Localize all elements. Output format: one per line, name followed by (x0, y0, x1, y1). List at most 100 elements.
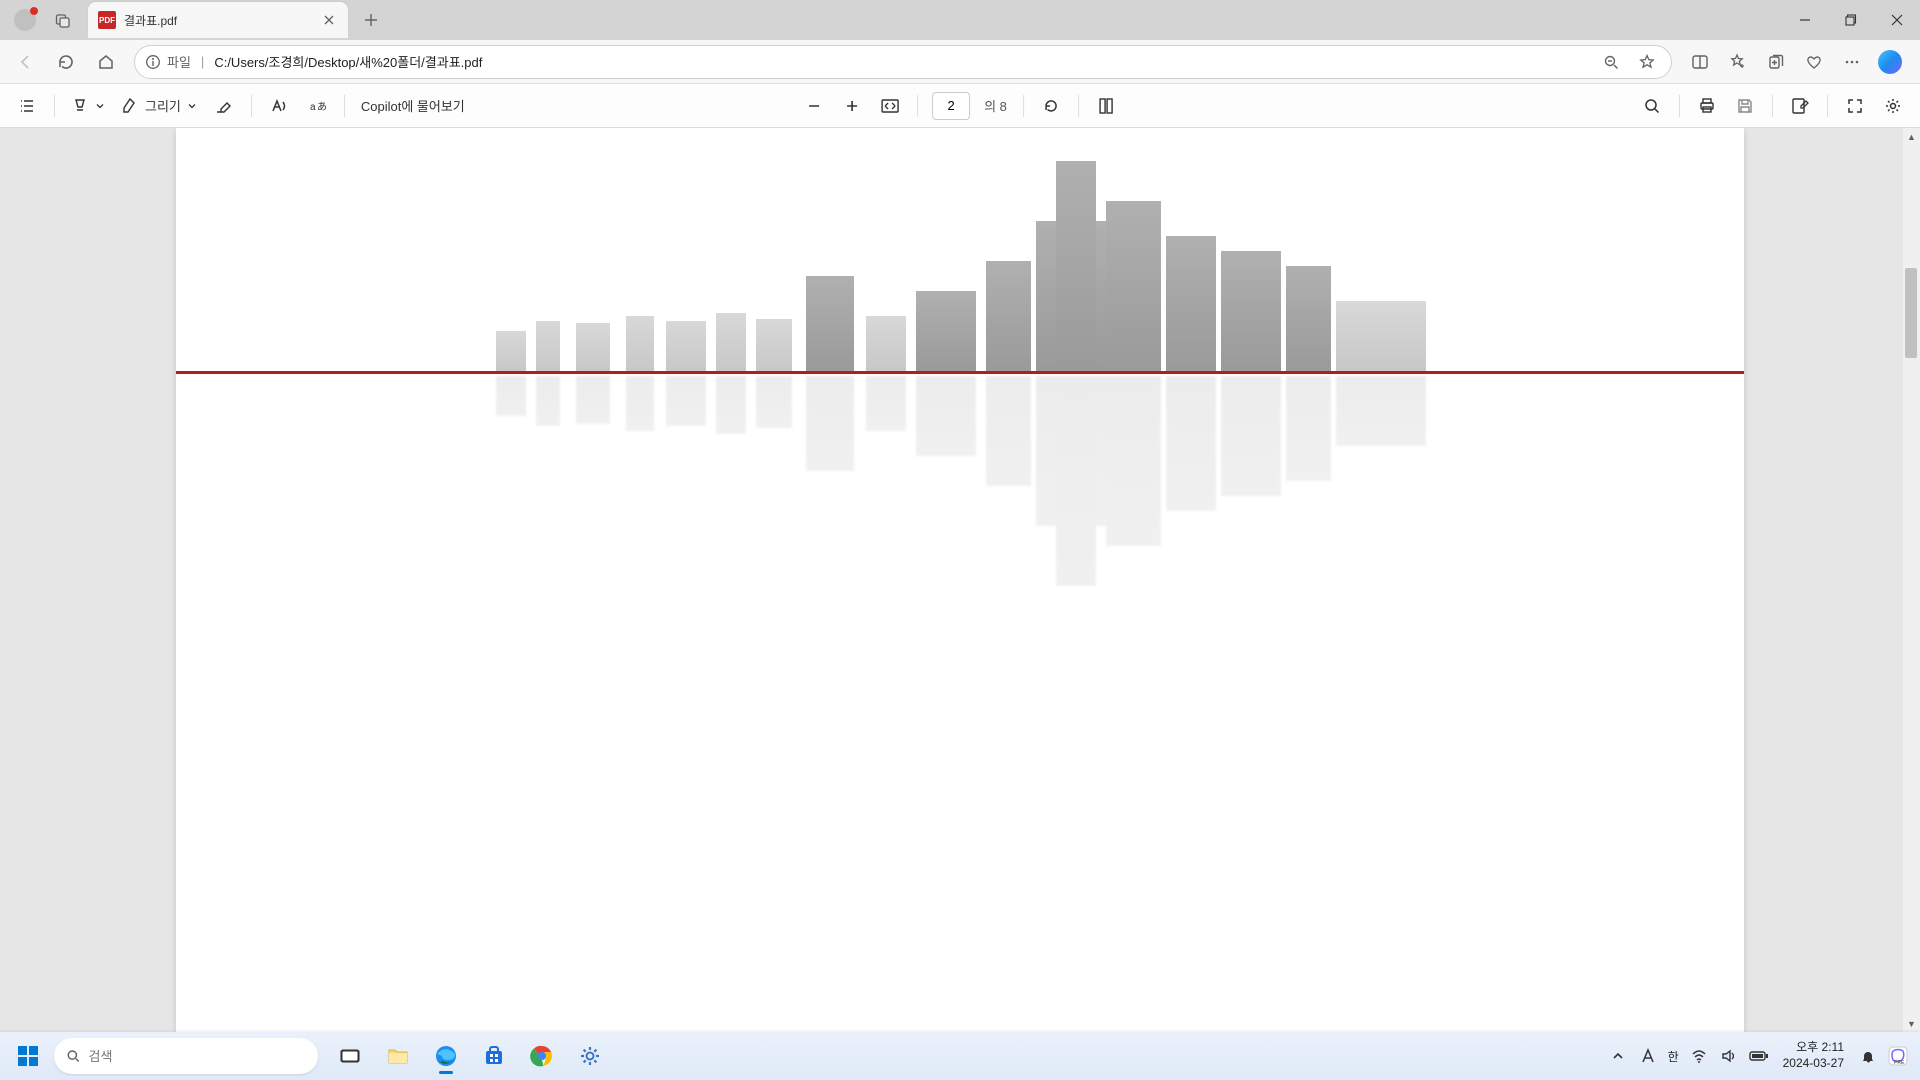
fullscreen-button[interactable] (1838, 90, 1872, 122)
rotate-button[interactable] (1034, 90, 1068, 122)
tab-actions-button[interactable] (46, 3, 80, 37)
browser-essentials-button[interactable] (1796, 44, 1832, 80)
translate-button[interactable]: aあ (300, 90, 334, 122)
font-a-icon (1640, 1048, 1656, 1064)
pdf-settings-button[interactable] (1876, 90, 1910, 122)
separator (917, 95, 918, 117)
edit-note-icon (1791, 97, 1809, 115)
collections-button[interactable] (1758, 44, 1794, 80)
folder-icon (386, 1044, 410, 1068)
browser-tab[interactable]: PDF 결과표.pdf (88, 2, 348, 38)
pen-icon (121, 97, 139, 115)
highlighter-icon (71, 97, 89, 115)
gear-icon (1884, 97, 1902, 115)
info-icon (145, 54, 161, 70)
fit-page-button[interactable] (873, 90, 907, 122)
printer-icon (1698, 97, 1716, 115)
minimize-icon (1799, 14, 1811, 26)
chrome-app[interactable] (520, 1036, 564, 1076)
tab-actions-icon (55, 12, 71, 28)
read-aloud-button[interactable] (262, 90, 296, 122)
clock-time: 오후 2:11 (1796, 1040, 1844, 1056)
copilot-sidebar-button[interactable] (1872, 44, 1908, 80)
profile-avatar-icon (14, 9, 36, 31)
taskbar: 한 오후 2:11 2024-03-27 PRE (0, 1032, 1920, 1080)
notifications-button[interactable] (1858, 1046, 1878, 1066)
separator (344, 95, 345, 117)
bell-icon (1860, 1048, 1876, 1064)
split-screen-button[interactable] (1682, 44, 1718, 80)
zoom-in-button[interactable] (835, 90, 869, 122)
pdf-viewport[interactable]: ▲ ▼ (0, 128, 1920, 1032)
page-view-button[interactable] (1089, 90, 1123, 122)
speaker-icon (1721, 1048, 1737, 1064)
clock-button[interactable]: 오후 2:11 2024-03-27 (1783, 1040, 1844, 1071)
microsoft-store-app[interactable] (472, 1036, 516, 1076)
settings-app[interactable] (568, 1036, 612, 1076)
file-explorer-app[interactable] (376, 1036, 420, 1076)
separator (251, 95, 252, 117)
zoom-out-button[interactable] (797, 90, 831, 122)
star-plus-icon (1729, 53, 1747, 71)
ask-copilot-button[interactable]: Copilot에 물어보기 (355, 90, 471, 122)
taskbar-search[interactable] (54, 1038, 318, 1074)
add-text-button[interactable] (1783, 90, 1817, 122)
wifi-button[interactable] (1689, 1046, 1709, 1066)
page-total-label: 의 8 (984, 96, 1007, 115)
window-controls (1782, 0, 1920, 40)
tray-overflow-button[interactable] (1608, 1046, 1628, 1066)
scroll-down-button[interactable]: ▼ (1903, 1015, 1920, 1032)
taskbar-apps (328, 1036, 612, 1076)
draw-button[interactable]: 그리기 (115, 90, 203, 122)
ime-font-button[interactable] (1638, 1046, 1658, 1066)
page-number-input[interactable] (932, 92, 970, 120)
home-button[interactable] (88, 44, 124, 80)
chrome-icon (530, 1044, 554, 1068)
battery-button[interactable] (1749, 1046, 1769, 1066)
settings-menu-button[interactable] (1834, 44, 1870, 80)
maximize-button[interactable] (1828, 0, 1874, 40)
minus-icon (807, 99, 821, 113)
taskbar-search-input[interactable] (89, 1049, 307, 1064)
scroll-up-button[interactable]: ▲ (1903, 128, 1920, 145)
erase-button[interactable] (207, 90, 241, 122)
draw-label: 그리기 (145, 96, 181, 115)
store-icon (482, 1044, 506, 1068)
zoom-indicator-button[interactable] (1597, 48, 1625, 76)
vertical-scrollbar[interactable]: ▲ ▼ (1903, 128, 1920, 1032)
ime-language-indicator[interactable]: 한 (1668, 1048, 1679, 1065)
start-button[interactable] (6, 1036, 50, 1076)
scroll-thumb[interactable] (1905, 268, 1917, 358)
tab-close-button[interactable] (320, 11, 338, 29)
refresh-button[interactable] (48, 44, 84, 80)
search-icon (66, 1048, 81, 1064)
highlight-button[interactable] (65, 90, 111, 122)
pdf-toolbar-center: 의 8 (797, 90, 1123, 122)
home-icon (97, 53, 115, 71)
skyline-reflection (176, 374, 1744, 594)
separator (1023, 95, 1024, 117)
favorites-hub-button[interactable] (1720, 44, 1756, 80)
find-button[interactable] (1635, 90, 1669, 122)
profile-button[interactable] (8, 3, 42, 37)
volume-button[interactable] (1719, 1046, 1739, 1066)
copilot-preview-button[interactable]: PRE (1888, 1046, 1908, 1066)
plus-icon (845, 99, 859, 113)
contents-toggle-button[interactable] (10, 90, 44, 122)
chevron-down-icon (95, 101, 105, 111)
collections-icon (1767, 53, 1785, 71)
list-icon (18, 97, 36, 115)
new-tab-button[interactable] (356, 5, 386, 35)
rotate-icon (1042, 97, 1060, 115)
favorite-button[interactable] (1633, 48, 1661, 76)
star-icon (1639, 54, 1655, 70)
edge-app[interactable] (424, 1036, 468, 1076)
minimize-button[interactable] (1782, 0, 1828, 40)
address-bar[interactable]: 파일 | C:/Users/조경희/Desktop/새%20폴더/결과표.pdf (134, 45, 1672, 79)
print-button[interactable] (1690, 90, 1724, 122)
separator (1827, 95, 1828, 117)
save-button[interactable] (1728, 90, 1762, 122)
back-button[interactable] (8, 44, 44, 80)
close-window-button[interactable] (1874, 0, 1920, 40)
task-view-button[interactable] (328, 1036, 372, 1076)
